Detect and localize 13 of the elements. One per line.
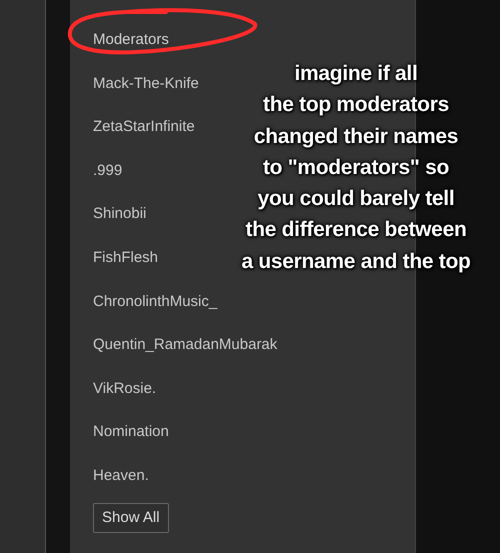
show-all-button[interactable]: Show All <box>93 502 169 533</box>
moderator-name[interactable]: ZetaStarInfinite <box>93 116 195 138</box>
panel-heading: Moderators <box>93 30 169 50</box>
moderator-name[interactable]: VikRosie. <box>93 378 156 400</box>
meme-caption: imagine if all the top moderators changed their names to "moderators" so you could barely tell the difference between a username and the top <box>240 61 472 275</box>
moderator-name[interactable]: ChronolinthMusic_ <box>93 290 218 313</box>
moderator-name[interactable]: .999 <box>93 160 122 182</box>
moderator-name[interactable]: Shinobii <box>93 203 146 226</box>
moderator-name[interactable]: Mack-The-Knife <box>93 72 199 95</box>
moderator-name[interactable]: Nomination <box>93 421 169 444</box>
moderator-name[interactable]: Heaven. <box>93 464 149 487</box>
moderator-name[interactable]: Quentin_RamadanMubarak <box>93 334 278 356</box>
moderator-name[interactable]: FishFlesh <box>93 246 158 269</box>
